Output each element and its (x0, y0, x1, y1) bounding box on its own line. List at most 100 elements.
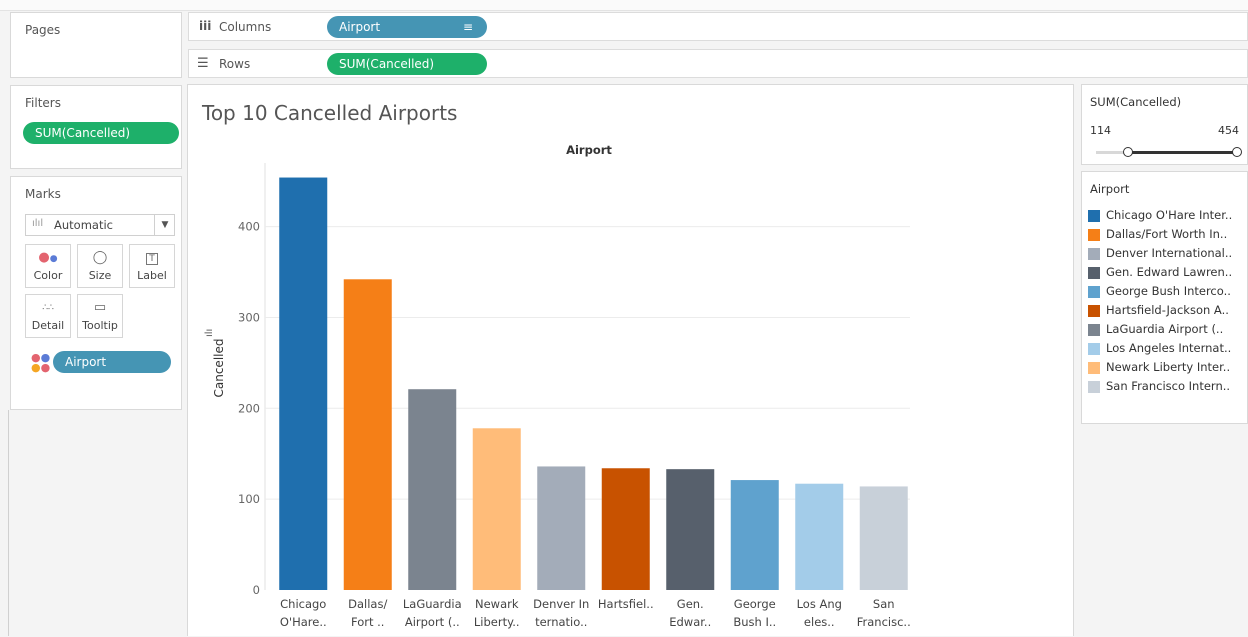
filter-card-title: SUM(Cancelled) (1090, 95, 1182, 109)
columns-pill-label: Airport (339, 20, 381, 34)
legend-item[interactable]: Hartsfield-Jackson A.. (1088, 303, 1229, 321)
legend-item[interactable]: Newark Liberty Inter.. (1088, 360, 1230, 378)
rows-shelf[interactable]: ☰ Rows SUM(Cancelled) (188, 49, 1248, 78)
mark-type-select[interactable]: ılıl Automatic ▼ (25, 214, 175, 236)
marks-tooltip-label: Tooltip (82, 319, 118, 332)
color-pill-airport[interactable]: Airport (53, 351, 171, 373)
legend-label: Gen. Edward Lawren.. (1106, 265, 1233, 279)
x-category-label: Newark (475, 597, 519, 611)
range-max-value: 454 (1218, 124, 1239, 137)
sheet-view: Top 10 Cancelled Airports Airport Cancel… (187, 84, 1074, 636)
columns-pill-airport[interactable]: Airport ≡ (327, 16, 487, 38)
y-tick-label: 0 (253, 583, 260, 597)
text-label-icon: T (130, 247, 174, 269)
bar-chart: Airport Cancelled ılı 0 100 200 300 400 Chic… (204, 143, 911, 629)
marks-size-button[interactable]: ◯ Size (77, 244, 123, 288)
detail-dots-icon: ∴∴ (42, 303, 54, 313)
legend-label: LaGuardia Airport (.. (1106, 322, 1224, 336)
x-category-label: Gen. (677, 597, 704, 611)
range-selected (1128, 151, 1236, 154)
bar[interactable] (537, 466, 586, 590)
bar[interactable] (279, 177, 328, 590)
measure-icon: ılı (204, 329, 215, 337)
range-min-handle[interactable] (1123, 147, 1133, 157)
chevron-down-icon[interactable]: ▼ (154, 215, 175, 235)
legend-item[interactable]: Denver International.. (1088, 246, 1232, 264)
pages-title: Pages (25, 23, 61, 37)
y-tick-label: 100 (238, 492, 260, 506)
x-category-label: Airport (.. (405, 615, 460, 629)
legend-label: San Francisco Intern.. (1106, 379, 1231, 393)
x-category-label: O'Hare.. (280, 615, 327, 629)
mark-type-value: Automatic (54, 218, 113, 232)
legend-item[interactable]: George Bush Interco.. (1088, 284, 1231, 302)
marks-tooltip-button[interactable]: ▭ Tooltip (77, 294, 123, 338)
columns-icon: iii (199, 19, 212, 33)
marks-size-label: Size (88, 269, 112, 282)
rows-pill-sum-cancelled[interactable]: SUM(Cancelled) (327, 53, 487, 75)
left-divider (8, 410, 9, 636)
tooltip-icon: ▭ (93, 300, 107, 315)
legend-swatch (1088, 342, 1100, 355)
size-icon: ◯ (92, 250, 108, 265)
marks-detail-button[interactable]: ∴∴ Detail (25, 294, 71, 338)
legend-label: Chicago O'Hare Inter.. (1106, 208, 1233, 222)
legend-swatch (1088, 228, 1100, 241)
x-category-label: Edwar.. (669, 615, 711, 629)
x-category-label: eles.. (804, 615, 835, 629)
pages-card[interactable]: Pages (10, 12, 182, 78)
bar[interactable] (730, 480, 779, 590)
x-category-label: Hartsfiel.. (598, 597, 654, 611)
legend-swatch (1088, 380, 1100, 393)
filter-pill-sum-cancelled[interactable]: SUM(Cancelled) (23, 122, 179, 144)
filters-title: Filters (25, 96, 61, 110)
bar[interactable] (343, 279, 392, 590)
color-legend: Airport Chicago O'Hare Inter.. Dallas/Fo… (1081, 171, 1248, 424)
columns-label: Columns (219, 20, 272, 34)
legend-label: Hartsfield-Jackson A.. (1106, 303, 1229, 317)
legend-label: George Bush Interco.. (1106, 284, 1231, 298)
x-category-label: Bush I.. (733, 615, 776, 629)
x-category-label: George (734, 597, 776, 611)
legend-label: Dallas/Fort Worth In.. (1106, 227, 1228, 241)
bar[interactable] (472, 428, 521, 590)
marks-label-button[interactable]: T Label (129, 244, 175, 288)
bar[interactable] (795, 483, 844, 590)
marks-color-button[interactable]: ●● Color (25, 244, 71, 288)
legend-item[interactable]: Dallas/Fort Worth In.. (1088, 227, 1227, 245)
rows-icon: ☰ (197, 56, 209, 71)
x-category-label: ternatio.. (535, 615, 587, 629)
x-category-label: Fort .. (351, 615, 384, 629)
sort-icon[interactable]: ≡ (463, 16, 473, 38)
filter-card-sum-cancelled: SUM(Cancelled) 114 454 (1081, 84, 1248, 165)
range-max-handle[interactable] (1232, 147, 1242, 157)
legend-swatch (1088, 209, 1100, 222)
color-dots-icon: ●● ●● (31, 351, 51, 374)
marks-detail-label: Detail (31, 319, 65, 332)
legend-item[interactable]: Los Angeles Internat.. (1088, 341, 1231, 359)
range-min-value: 114 (1090, 124, 1111, 137)
legend-swatch (1088, 361, 1100, 374)
bar[interactable] (666, 469, 715, 590)
bar[interactable] (601, 468, 650, 590)
x-category-label: Dallas/ (348, 597, 387, 611)
toolbar-strip (0, 0, 1248, 11)
x-category-label: LaGuardia (403, 597, 462, 611)
x-category-label: Los Ang (797, 597, 842, 611)
legend-item[interactable]: Chicago O'Hare Inter.. (1088, 208, 1232, 226)
columns-shelf[interactable]: iii Columns Airport ≡ (188, 12, 1248, 41)
legend-item[interactable]: San Francisco Intern.. (1088, 379, 1230, 397)
y-tick-label: 400 (238, 220, 260, 234)
legend-swatch (1088, 304, 1100, 317)
y-tick-label: 300 (238, 310, 260, 324)
legend-item[interactable]: LaGuardia Airport (.. (1088, 322, 1223, 340)
bar-chart-icon: ılıl (32, 218, 44, 229)
x-category-label: Francisc.. (857, 615, 911, 629)
x-category-label: Liberty.. (474, 615, 520, 629)
color-dots-icon: ●● (38, 250, 58, 265)
x-category-label: Denver In (533, 597, 589, 611)
x-category-label: San (873, 597, 895, 611)
bar[interactable] (859, 486, 908, 590)
bar[interactable] (408, 389, 457, 590)
legend-item[interactable]: Gen. Edward Lawren.. (1088, 265, 1232, 283)
